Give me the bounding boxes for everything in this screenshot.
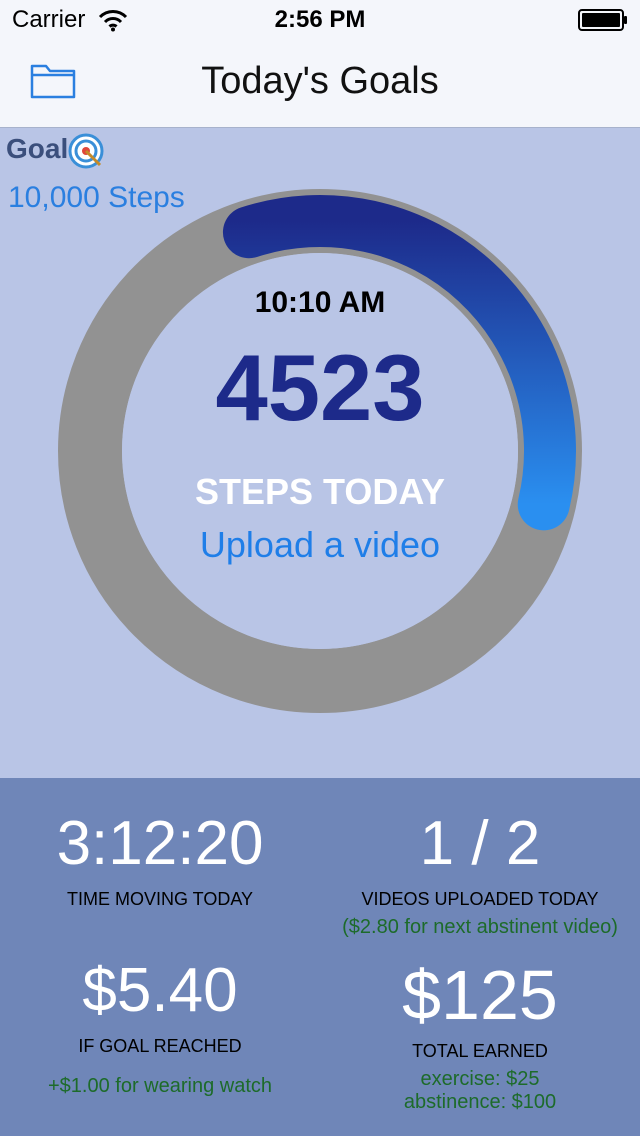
ring-time: 10:10 AM [254, 286, 386, 319]
status-time: 2:56 PM [274, 6, 366, 33]
page-title: Today's Goals [201, 60, 439, 102]
total-earned-value: $125 [402, 956, 558, 1034]
progress-ring [58, 189, 582, 713]
goal-reward-value: $5.40 [82, 956, 238, 1025]
upload-video-link[interactable]: Upload a video [0, 524, 640, 566]
status-bar: Carrier 2:56 PM [0, 0, 640, 40]
goal-label: Goal [6, 133, 69, 164]
videos-note: ($2.80 for next abstinent video) [342, 916, 618, 938]
videos-value: 1 / 2 [419, 809, 541, 878]
time-moving-stat: 3:12:20 TIME MOVING TODAY [0, 808, 320, 910]
goal-reward-label: IF GOAL REACHED [78, 1036, 242, 1056]
goal-reward-note: +$1.00 for wearing watch [47, 1075, 273, 1097]
time-moving-label: TIME MOVING TODAY [66, 889, 254, 909]
goal-reward-stat: $5.40 IF GOAL REACHED +$1.00 for wearing… [0, 955, 320, 1098]
target-icon [68, 133, 104, 169]
battery-icon [578, 9, 627, 31]
abstinence-earned: abstinence: $100 [403, 1091, 557, 1113]
videos-label: VIDEOS UPLOADED TODAY [361, 889, 599, 909]
steps-count: 4523 [215, 335, 425, 440]
exercise-earned: exercise: $25 [420, 1068, 540, 1090]
progress-panel: Goal 10,000 Steps 10:10 AM 4523 STEPS TO… [0, 129, 640, 778]
total-earned-stat: $125 TOTAL EARNED exercise: $25 abstinen… [320, 955, 640, 1114]
steps-caption: STEPS TODAY [194, 471, 446, 512]
videos-stat: 1 / 2 VIDEOS UPLOADED TODAY ($2.80 for n… [320, 808, 640, 939]
time-moving-value: 3:12:20 [56, 809, 264, 878]
stats-panel: 3:12:20 TIME MOVING TODAY 1 / 2 VIDEOS U… [0, 778, 640, 1136]
total-earned-label: TOTAL EARNED [412, 1041, 548, 1061]
navigation-bar: Today's Goals [0, 40, 640, 128]
